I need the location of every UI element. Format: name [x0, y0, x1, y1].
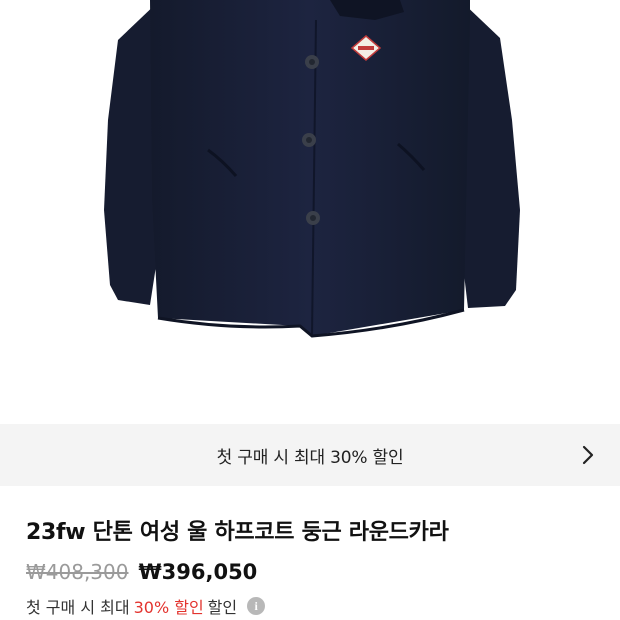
product-image[interactable]: [0, 0, 620, 424]
promo-suffix: 할인: [372, 447, 404, 468]
promo-highlight: 최대 30%: [294, 447, 368, 468]
info-icon[interactable]: i: [247, 597, 266, 615]
navy-wool-coat-photo: [104, 0, 520, 338]
first-purchase-benefit: 첫 구매 시 최대 30% 할인 할인 i: [26, 594, 269, 618]
benefit-discount: 30% 할인: [133, 598, 204, 617]
benefit-suffix: 할인: [207, 598, 238, 617]
promo-prefix: 첫 구매 시: [216, 447, 289, 468]
product-info: 23fw 단톤 여성 울 하프코트 둥근 라운드카라 ₩408,300 ₩396…: [0, 486, 620, 620]
promo-text: 첫 구매 시 최대 30% 할인: [217, 443, 404, 468]
sale-price: ₩396,050: [138, 560, 258, 584]
product-title: 23fw 단톤 여성 울 하프코트 둥근 라운드카라: [26, 520, 449, 545]
first-purchase-promo-bar[interactable]: 첫 구매 시 최대 30% 할인: [0, 424, 620, 486]
chevron-right-icon[interactable]: [580, 444, 596, 466]
original-price: ₩408,300: [26, 560, 129, 584]
benefit-prefix: 첫 구매 시 최대: [26, 598, 130, 617]
price-row: ₩408,300 ₩396,050: [26, 560, 257, 584]
